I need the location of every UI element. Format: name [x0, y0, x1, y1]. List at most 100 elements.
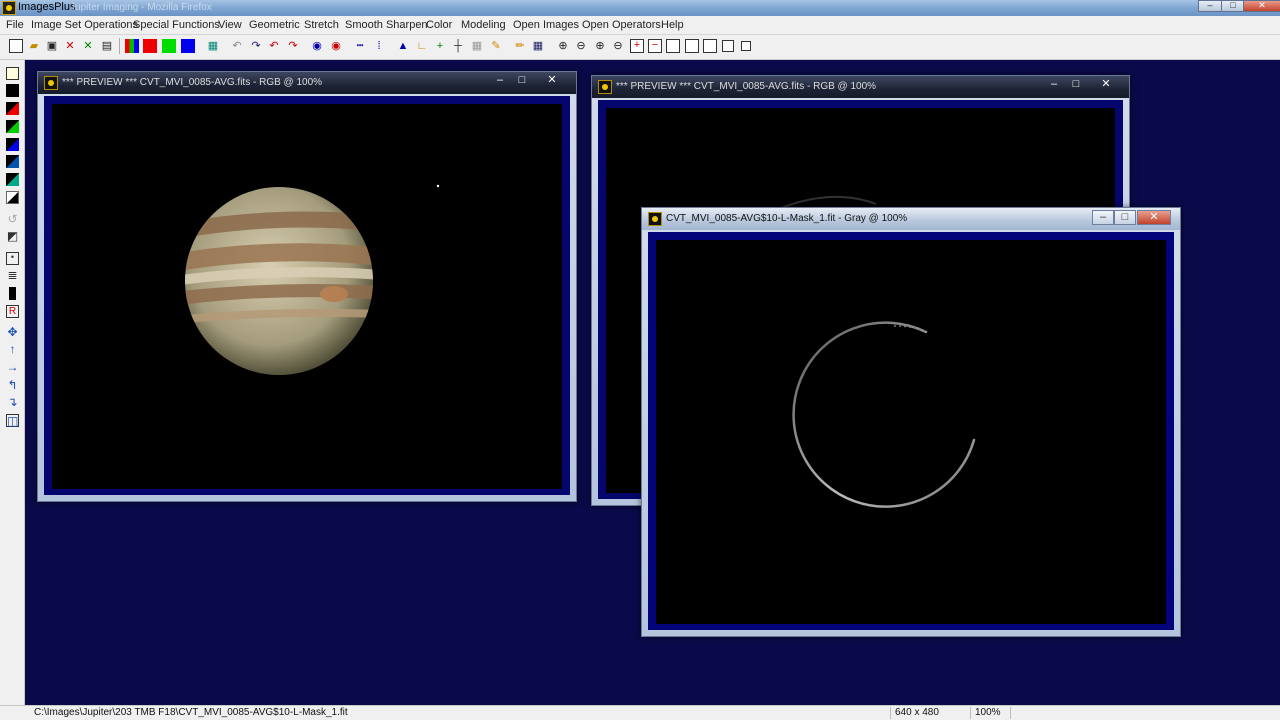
bar-icon[interactable] — [9, 287, 16, 300]
status-zoom: 100% — [970, 707, 1001, 719]
red-layer-icon[interactable] — [6, 102, 19, 115]
align-icon[interactable]: ≣ — [6, 269, 19, 282]
frame-medium-icon[interactable] — [685, 39, 699, 53]
undo-icon[interactable]: ↶ — [267, 39, 281, 53]
close-button[interactable]: ✕ — [536, 74, 568, 87]
zoom-reset-icon[interactable]: ⊖ — [611, 39, 625, 53]
arrow-up-icon[interactable]: ↑ — [6, 343, 19, 356]
point-icon[interactable]: ◉ — [310, 39, 324, 53]
status-bar: C:\Images\Jupiter\203 TMB F18\CVT_MVI_00… — [0, 705, 1280, 720]
frame-large-icon[interactable] — [666, 39, 680, 53]
menu-special-functions[interactable]: Special Functions — [133, 19, 220, 31]
window-caption[interactable]: *** PREVIEW *** CVT_MVI_0085-AVG.fits - … — [592, 76, 1129, 98]
frame-min-icon[interactable] — [741, 41, 751, 51]
selection-icon[interactable]: ⁞ — [372, 39, 386, 53]
rgb-channels-icon[interactable] — [125, 39, 139, 53]
center-point-icon[interactable]: • — [6, 252, 19, 265]
frame-small-icon[interactable] — [703, 39, 717, 53]
undo-disabled-icon: ↶ — [232, 40, 242, 52]
menu-modeling[interactable]: Modeling — [461, 19, 506, 31]
copy-icon[interactable]: ▤ — [100, 39, 114, 53]
add-icon[interactable]: + — [630, 39, 644, 53]
zoom-in-icon[interactable]: ⊕ — [556, 39, 570, 53]
redo-red-icon[interactable]: ↷ — [286, 39, 300, 53]
line-dotted-icon[interactable]: ┅ — [353, 39, 367, 53]
diagonal-icon[interactable]: ◩ — [6, 230, 19, 243]
close-all-icon[interactable]: ✕ — [81, 39, 95, 53]
menu-view[interactable]: View — [218, 19, 242, 31]
table-icon[interactable]: ▦ — [531, 39, 545, 53]
window-icon[interactable] — [44, 76, 58, 90]
maximize-button[interactable]: □ — [1114, 210, 1136, 225]
minimize-button[interactable]: – — [1044, 78, 1064, 91]
left-toolbar: ↺ ◩ • ≣ R ✥ ↑ → ↰ ↴ ◫ — [0, 60, 25, 705]
point-red-icon[interactable]: ◉ — [329, 39, 343, 53]
menu-help[interactable]: Help — [661, 19, 684, 31]
menu-stretch[interactable]: Stretch — [304, 19, 339, 31]
grid-icon[interactable]: ▦ — [206, 39, 220, 53]
preview-window-1[interactable]: *** PREVIEW *** CVT_MVI_0085-AVG.fits - … — [37, 71, 577, 502]
window-caption[interactable]: *** PREVIEW *** CVT_MVI_0085-AVG.fits - … — [38, 72, 576, 94]
menu-file[interactable]: File — [6, 19, 24, 31]
window-icon[interactable] — [648, 212, 662, 226]
window-title: CVT_MVI_0085-AVG$10-L-Mask_1.fit - Gray … — [666, 213, 908, 224]
rotate-left-icon[interactable]: ↰ — [6, 379, 19, 392]
status-path: C:\Images\Jupiter\203 TMB F18\CVT_MVI_00… — [34, 707, 348, 718]
remove-icon[interactable]: − — [648, 39, 662, 53]
maximize-button[interactable]: □ — [512, 74, 532, 87]
menu-smooth-sharpen[interactable]: Smooth Sharpen — [345, 19, 428, 31]
app-title: ImagesPlus — [18, 1, 76, 13]
paint-icon[interactable]: ✎ — [489, 39, 503, 53]
image-canvas[interactable] — [52, 104, 562, 489]
menu-image-set-operations[interactable]: Image Set Operations — [31, 19, 138, 31]
move-icon[interactable]: ✥ — [6, 326, 19, 339]
histogram-icon[interactable]: ▲ — [396, 39, 410, 53]
menu-color[interactable]: Color — [426, 19, 452, 31]
maximize-button[interactable]: □ — [1221, 0, 1245, 12]
window-icon[interactable] — [598, 80, 612, 94]
image-frame — [648, 232, 1174, 630]
blue-dark-layer-icon[interactable] — [6, 155, 19, 168]
crosshair-thin-icon[interactable]: ┼ — [451, 39, 465, 53]
redo-icon[interactable]: ↷ — [249, 39, 263, 53]
status-progress — [1010, 707, 1275, 719]
menu-open-images[interactable]: Open Images — [513, 19, 579, 31]
close-button[interactable]: ✕ — [1243, 0, 1280, 12]
rotate-right-icon[interactable]: ↴ — [6, 396, 19, 409]
green-layer-icon[interactable] — [6, 120, 19, 133]
jupiter-image — [185, 184, 440, 375]
blue-channel-icon[interactable] — [181, 39, 195, 53]
frame-tiny-icon[interactable] — [722, 40, 734, 52]
flip-icon[interactable]: ◫ — [6, 414, 19, 427]
window-caption[interactable]: CVT_MVI_0085-AVG$10-L-Mask_1.fit - Gray … — [642, 208, 1180, 230]
minimize-button[interactable]: – — [490, 74, 510, 87]
teal-layer-icon[interactable] — [6, 173, 19, 186]
maximize-button[interactable]: □ — [1066, 78, 1086, 91]
new-file-icon[interactable] — [9, 39, 23, 53]
close-button[interactable]: ✕ — [1090, 78, 1122, 91]
close-image-icon[interactable]: ✕ — [63, 39, 77, 53]
crop-icon[interactable]: R — [6, 305, 19, 318]
app-icon[interactable] — [2, 1, 16, 15]
black-square-icon[interactable] — [6, 84, 19, 97]
image-canvas[interactable] — [656, 240, 1166, 624]
menu-open-operators[interactable]: Open Operators — [582, 19, 661, 31]
close-button[interactable]: ✕ — [1137, 210, 1171, 225]
pencil-icon[interactable]: ✏ — [513, 39, 527, 53]
save-small-icon[interactable] — [6, 67, 19, 80]
zoom-out-icon[interactable]: ⊖ — [574, 39, 588, 53]
open-folder-icon[interactable]: ▰ — [27, 39, 41, 53]
mask-window[interactable]: CVT_MVI_0085-AVG$10-L-Mask_1.fit - Gray … — [641, 207, 1181, 637]
menu-geometric[interactable]: Geometric — [249, 19, 300, 31]
curve-icon[interactable]: ∟ — [415, 39, 429, 53]
red-channel-icon[interactable] — [143, 39, 157, 53]
save-icon[interactable]: ▣ — [45, 39, 59, 53]
blue-layer-icon[interactable] — [6, 138, 19, 151]
arrow-right-icon[interactable]: → — [6, 361, 19, 374]
invert-icon[interactable] — [6, 191, 19, 204]
crosshair-icon[interactable]: + — [433, 39, 447, 53]
green-channel-icon[interactable] — [162, 39, 176, 53]
zoom-fit-icon[interactable]: ⊕ — [593, 39, 607, 53]
minimize-button[interactable]: – — [1198, 0, 1222, 12]
minimize-button[interactable]: – — [1092, 210, 1114, 225]
